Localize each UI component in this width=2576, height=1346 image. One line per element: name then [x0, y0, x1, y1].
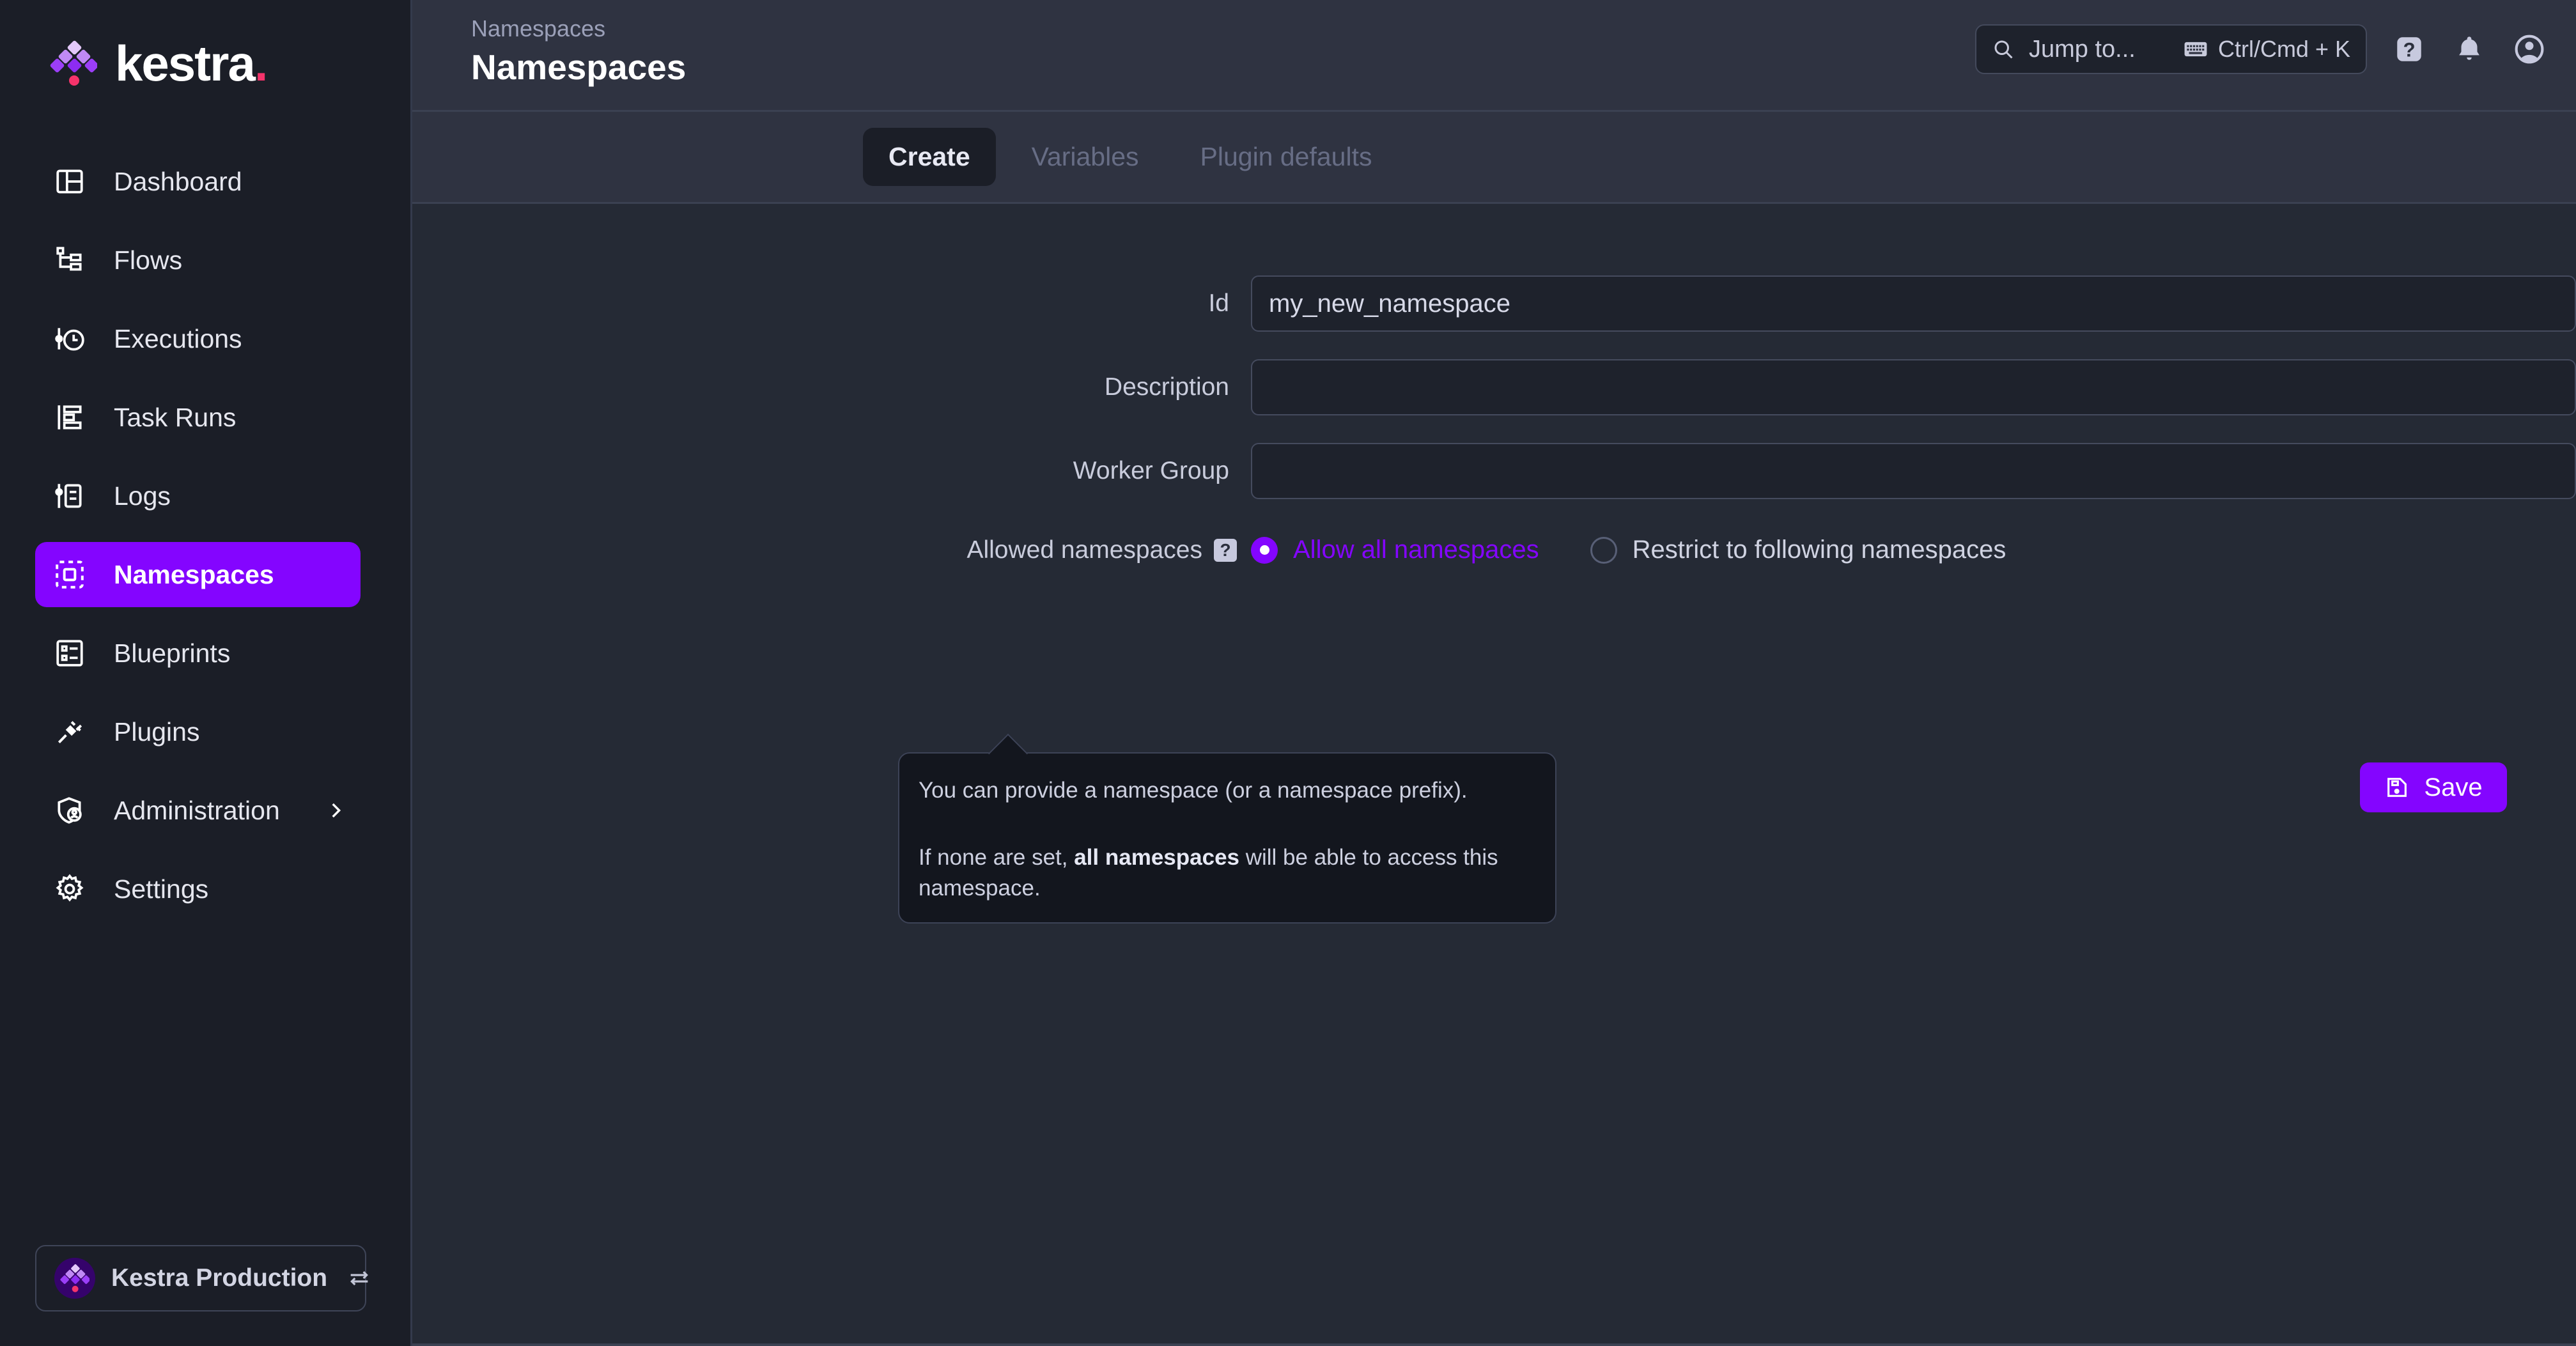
sidebar-item-label: Executions [114, 324, 242, 354]
tenant-switcher: Kestra Production [35, 1245, 366, 1311]
sidebar-item-settings[interactable]: Settings [35, 856, 361, 922]
allowed-namespaces-label-wrap: Allowed namespaces ? [412, 536, 1251, 564]
radio-selected-icon [1251, 537, 1278, 564]
tenant-name-label: Kestra Production [111, 1264, 327, 1292]
tab-label: Plugin defaults [1200, 142, 1372, 171]
search-placeholder: Jump to... [2029, 36, 2184, 63]
sidebar-nav: Dashboard Flows [0, 149, 410, 935]
dashboard-grid-icon [51, 163, 88, 200]
sidebar-item-label: Plugins [114, 717, 199, 747]
radio-label: Allow all namespaces [1293, 536, 1539, 564]
sidebar-item-label: Blueprints [114, 638, 230, 669]
sidebar-item-plugins[interactable]: Plugins [35, 699, 361, 764]
search-icon [1992, 38, 2015, 61]
gear-icon [51, 870, 88, 908]
tab-label: Create [888, 142, 970, 171]
tooltip-line-2: If none are set, all namespaces will be … [919, 842, 1536, 903]
breadcrumb: Namespaces Namespaces [412, 0, 686, 89]
id-input[interactable]: my_new_namespace [1251, 275, 2576, 332]
task-runs-list-icon [51, 399, 88, 436]
svg-text:?: ? [2403, 39, 2415, 61]
breadcrumb-item[interactable]: Namespaces [471, 14, 686, 43]
allowed-namespaces-help-icon[interactable]: ? [1214, 539, 1237, 562]
field-label-description: Description [412, 373, 1251, 401]
sidebar-item-logs[interactable]: Logs [35, 463, 361, 529]
clock-executions-icon [51, 320, 88, 357]
sidebar-item-task-runs[interactable]: Task Runs [35, 385, 361, 450]
search-shortcut-label: Ctrl/Cmd + K [2218, 36, 2350, 63]
radio-allow-all-namespaces[interactable]: Allow all namespaces [1251, 536, 1539, 564]
flows-tree-icon [51, 242, 88, 279]
plug-icon [51, 713, 88, 750]
keyboard-icon [2184, 40, 2208, 59]
save-floppy-icon [2384, 775, 2410, 800]
sidebar-item-executions[interactable]: Executions [35, 306, 361, 371]
description-input[interactable] [1251, 359, 2576, 415]
namespaces-square-icon [51, 556, 88, 593]
tooltip-line-1: You can provide a namespace (or a namesp… [919, 775, 1536, 805]
worker-group-input[interactable] [1251, 443, 2576, 499]
radio-restrict-to-following-namespaces[interactable]: Restrict to following namespaces [1590, 536, 2006, 564]
page-title: Namespaces [471, 45, 686, 89]
sidebar-item-dashboard[interactable]: Dashboard [35, 149, 361, 214]
allowed-namespaces-label: Allowed namespaces [966, 536, 1202, 564]
namespace-create-form: Id my_new_namespace Description Worker G… [412, 204, 2576, 1346]
sidebar-item-namespaces[interactable]: Namespaces [35, 542, 361, 607]
field-label-id: Id [412, 290, 1251, 318]
brand-logo[interactable]: kestra. [0, 16, 410, 111]
save-button-label: Save [2424, 773, 2482, 802]
tooltip-line-2-bold: all namespaces [1074, 845, 1239, 870]
jump-to-search-input[interactable]: Jump to... [1975, 24, 2367, 74]
brand-name: kestra. [115, 38, 267, 88]
sidebar-item-label: Namespaces [114, 560, 274, 590]
sidebar-item-label: Flows [114, 245, 182, 275]
form-row-description: Description [412, 359, 2576, 415]
shield-user-icon [51, 792, 88, 829]
allowed-namespaces-tooltip: You can provide a namespace (or a namesp… [898, 752, 1556, 924]
sidebar-item-flows[interactable]: Flows [35, 228, 361, 293]
help-question-icon[interactable]: ? [2391, 31, 2427, 67]
radio-label: Restrict to following namespaces [1633, 536, 2006, 564]
allowed-namespaces-row: Allowed namespaces ? Allow all namespace… [412, 536, 2576, 564]
save-button-wrap: Save [2360, 762, 2507, 812]
sidebar: kestra. Dashboard [0, 0, 412, 1346]
app-root: kestra. Dashboard [0, 0, 2576, 1346]
tooltip-line-2-pre: If none are set, [919, 845, 1074, 870]
user-account-icon[interactable] [2511, 31, 2547, 67]
tab-bar: Create Variables Plugin defaults [412, 112, 2576, 204]
blueprints-card-icon [51, 635, 88, 672]
sidebar-item-administration[interactable]: Administration [35, 778, 361, 843]
kestra-diamond-logo-icon [50, 40, 97, 87]
sidebar-item-blueprints[interactable]: Blueprints [35, 621, 361, 686]
chevron-right-icon[interactable] [325, 800, 346, 821]
sidebar-item-label: Settings [114, 874, 208, 904]
top-header: Namespaces Namespaces Jump to... [412, 0, 2576, 112]
tenant-switch-button[interactable]: Kestra Production [35, 1245, 366, 1311]
swap-arrows-icon [346, 1265, 372, 1291]
header-actions: Jump to... [1975, 24, 2547, 74]
tab-plugin-defaults[interactable]: Plugin defaults [1175, 128, 1398, 186]
tab-variables[interactable]: Variables [1006, 128, 1165, 186]
main-area: Namespaces Namespaces Jump to... [412, 0, 2576, 1346]
bell-notification-icon[interactable] [2451, 31, 2487, 67]
bottom-divider [412, 1343, 2576, 1346]
logs-document-icon [51, 477, 88, 514]
sidebar-item-label: Administration [114, 796, 280, 826]
tenant-avatar [54, 1258, 95, 1299]
form-row-id: Id my_new_namespace [412, 275, 2576, 332]
tab-label: Variables [1032, 142, 1139, 171]
save-button[interactable]: Save [2360, 762, 2507, 812]
tab-create[interactable]: Create [863, 128, 996, 186]
sidebar-item-label: Task Runs [114, 403, 236, 433]
brand-dot: . [254, 35, 267, 91]
sidebar-item-label: Dashboard [114, 167, 242, 197]
sidebar-item-label: Logs [114, 481, 171, 511]
radio-unselected-icon [1590, 537, 1617, 564]
field-label-worker-group: Worker Group [412, 457, 1251, 485]
form-row-worker-group: Worker Group [412, 443, 2576, 499]
